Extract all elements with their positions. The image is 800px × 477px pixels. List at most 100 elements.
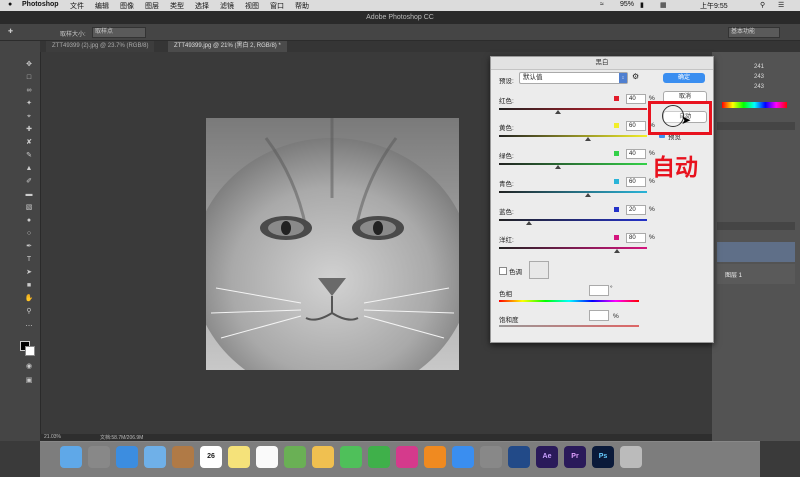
dock-calendar-icon[interactable]: 26: [200, 446, 222, 468]
dock-photos-icon[interactable]: [312, 446, 334, 468]
menu-file[interactable]: 文件: [70, 1, 84, 11]
marquee-tool-icon[interactable]: □: [24, 74, 34, 82]
eraser-tool-icon[interactable]: ▬: [24, 191, 34, 199]
wifi-icon[interactable]: ≈: [600, 1, 604, 8]
layer-row-selected[interactable]: [717, 242, 795, 262]
menu-layer[interactable]: 图层: [145, 1, 159, 11]
dock-safari-icon[interactable]: [116, 446, 138, 468]
eyedropper-icon[interactable]: ✚: [24, 126, 34, 134]
slider-thumb[interactable]: [614, 249, 621, 253]
preset-select[interactable]: 默认值 ↕: [519, 72, 628, 84]
move-tool-icon[interactable]: ✥: [24, 61, 34, 69]
document-canvas[interactable]: [206, 118, 459, 370]
slider-track[interactable]: [499, 163, 647, 165]
saturation-track[interactable]: [499, 325, 639, 327]
extras-icon[interactable]: ⋯: [24, 323, 34, 331]
clock[interactable]: 上午9:55: [700, 1, 728, 11]
menu-view[interactable]: 视图: [245, 1, 259, 11]
dock-system-preferences-icon[interactable]: [480, 446, 502, 468]
apple-menu-icon[interactable]: ●: [8, 1, 12, 8]
dock-pr-icon[interactable]: Pr: [564, 446, 586, 468]
slider-track[interactable]: [499, 219, 647, 221]
slider-value-input[interactable]: 80: [626, 233, 646, 243]
history-brush-icon[interactable]: ✐: [24, 178, 34, 186]
input-source-icon[interactable]: ▦: [660, 1, 667, 9]
menu-select[interactable]: 选择: [195, 1, 209, 11]
shape-tool-icon[interactable]: ■: [24, 282, 34, 290]
hue-input[interactable]: [589, 285, 609, 296]
zoom-tool-icon[interactable]: ⚲: [24, 308, 34, 316]
lasso-tool-icon[interactable]: ∞: [24, 87, 34, 95]
slider-track[interactable]: [499, 247, 647, 249]
zoom-level[interactable]: 21.03%: [44, 434, 61, 440]
sample-size-select[interactable]: 取样点: [92, 27, 146, 38]
slider-value-input[interactable]: 40: [626, 149, 646, 159]
blur-tool-icon[interactable]: ●: [24, 217, 34, 225]
tab-document-2[interactable]: ZTT49399.jpg @ 21% (黑白 2, RGB/8) *: [168, 41, 287, 52]
layer-row[interactable]: 图层 1: [717, 264, 795, 284]
background-color-swatch[interactable]: [25, 346, 35, 356]
slider-thumb[interactable]: [584, 193, 591, 197]
menu-image[interactable]: 图像: [120, 1, 134, 11]
app-menu[interactable]: Photoshop: [22, 1, 59, 8]
healing-brush-icon[interactable]: ✘: [24, 139, 34, 147]
menu-type[interactable]: 类型: [170, 1, 184, 11]
dock-mail-icon[interactable]: [144, 446, 166, 468]
screen-mode-icon[interactable]: ▣: [24, 377, 34, 385]
slider-thumb[interactable]: [525, 221, 532, 225]
dock-trash-icon[interactable]: [620, 446, 642, 468]
dock-quicktime-icon[interactable]: [508, 446, 530, 468]
brush-tool-icon[interactable]: ✎: [24, 152, 34, 160]
dock-contacts-icon[interactable]: [172, 446, 194, 468]
dodge-tool-icon[interactable]: ○: [24, 230, 34, 238]
dock-notes-icon[interactable]: [228, 446, 250, 468]
quick-mask-icon[interactable]: ◉: [24, 363, 34, 371]
menu-edit[interactable]: 编辑: [95, 1, 109, 11]
workspace-select[interactable]: 基本功能: [728, 27, 780, 38]
dock-reminders-icon[interactable]: [256, 446, 278, 468]
dock-ae-icon[interactable]: Ae: [536, 446, 558, 468]
tab-document-1[interactable]: ZTT49399 (2).jpg @ 23.7% (RGB/8): [46, 41, 155, 52]
gradient-tool-icon[interactable]: ▧: [24, 204, 34, 212]
quick-select-tool-icon[interactable]: ✦: [24, 100, 34, 108]
dock-messages-icon[interactable]: [340, 446, 362, 468]
menu-filter[interactable]: 滤镜: [220, 1, 234, 11]
slider-value-input[interactable]: 60: [626, 121, 646, 131]
preset-options-icon[interactable]: ⚙: [632, 72, 639, 81]
dock-itunes-icon[interactable]: [396, 446, 418, 468]
slider-thumb[interactable]: [584, 137, 591, 141]
slider-track[interactable]: [499, 135, 647, 137]
saturation-input[interactable]: [589, 310, 609, 321]
dock-launchpad-icon[interactable]: [88, 446, 110, 468]
pen-tool-icon[interactable]: ✒: [24, 243, 34, 251]
slider-value-input[interactable]: 20: [626, 205, 646, 215]
menu-help[interactable]: 帮助: [295, 1, 309, 11]
hand-tool-icon[interactable]: ✋: [24, 295, 34, 303]
slider-track[interactable]: [499, 191, 647, 193]
menu-window[interactable]: 窗口: [270, 1, 284, 11]
dock-ibooks-icon[interactable]: [424, 446, 446, 468]
slider-value-input[interactable]: 40: [626, 94, 646, 104]
ok-button[interactable]: 确定: [663, 73, 705, 83]
dock-finder-icon[interactable]: [60, 446, 82, 468]
type-tool-icon[interactable]: T: [24, 256, 34, 264]
tint-color-swatch[interactable]: [529, 261, 549, 279]
notification-icon[interactable]: ☰: [778, 1, 784, 9]
dock-maps-icon[interactable]: [284, 446, 306, 468]
slider-thumb[interactable]: [555, 165, 562, 169]
dock-facetime-icon[interactable]: [368, 446, 390, 468]
slider-track[interactable]: [499, 108, 647, 110]
doc-size[interactable]: 文档:58.7M/206.9M: [100, 434, 143, 441]
eyedropper-tool-icon[interactable]: ✚: [8, 28, 13, 35]
clone-stamp-icon[interactable]: ▲: [24, 165, 34, 173]
dock-app-store-icon[interactable]: [452, 446, 474, 468]
tint-checkbox[interactable]: [499, 267, 507, 275]
battery-icon[interactable]: ▮: [640, 1, 644, 9]
crop-tool-icon[interactable]: ⌖: [24, 113, 34, 121]
path-select-icon[interactable]: ➤: [24, 269, 34, 277]
hue-track[interactable]: [499, 300, 639, 302]
color-ramp[interactable]: [722, 102, 787, 108]
spotlight-icon[interactable]: ⚲: [760, 1, 765, 9]
dock-ps-icon[interactable]: Ps: [592, 446, 614, 468]
slider-value-input[interactable]: 60: [626, 177, 646, 187]
